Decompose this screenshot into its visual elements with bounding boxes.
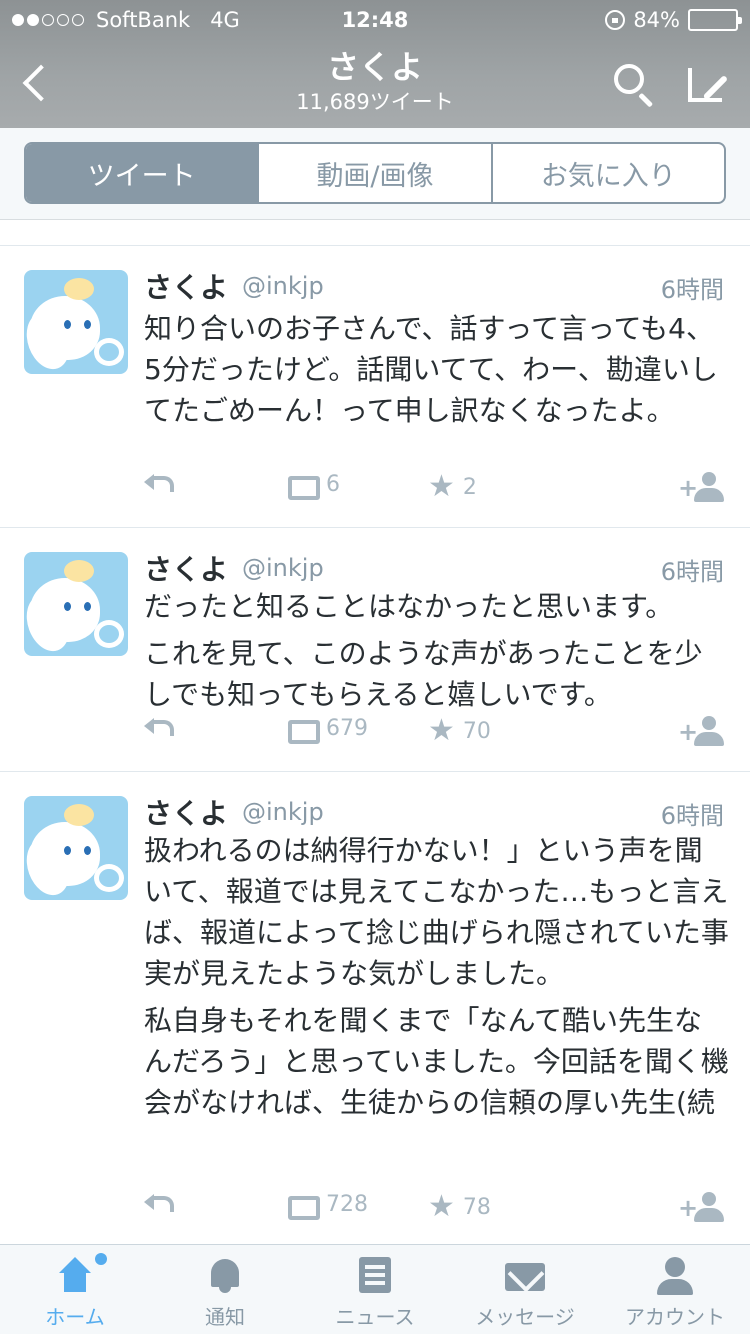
username[interactable]: @inkjp (242, 554, 324, 582)
tab-account[interactable]: アカウント (600, 1245, 750, 1334)
favorite-count: 78 (462, 1194, 491, 1220)
follow-icon[interactable]: + (678, 472, 724, 506)
display-name[interactable]: さくよ (144, 548, 228, 588)
retweet-count: 679 (326, 716, 368, 741)
retweet-count: 728 (326, 1192, 368, 1217)
favorite-icon[interactable]: ★ (428, 716, 455, 746)
tweet-actions: 728 ★ 78 + (144, 1192, 724, 1226)
avatar[interactable] (24, 796, 128, 900)
tweet-text: だったと知ることはなかったと思います。 これを見て、このような声があったことを少… (144, 586, 730, 715)
reply-icon[interactable] (144, 716, 174, 740)
favorite-count: 2 (462, 474, 477, 500)
tab-news[interactable]: ニュース (300, 1245, 450, 1334)
tweet-timestamp: 6時間 (660, 276, 724, 304)
tweet-paragraph: 扱われるのは納得行かない！」という声を聞いて、報道では見えてこなかった…もっと言… (144, 834, 729, 990)
tweet-text: 知り合いのお子さんで、話すって言っても4、5分だったけど。話聞いてて、わー、勘違… (144, 308, 730, 431)
bottom-tab-bar: ホーム 通知 ニュース メッセージ アカウント (0, 1244, 750, 1334)
tab-favorites[interactable]: お気に入り (490, 144, 724, 202)
tweet[interactable]: さくよ @inkjp 6時間 扱われるのは納得行かない！」という声を聞いて、報道… (0, 772, 750, 1244)
tab-label: メッセージ (475, 1305, 575, 1329)
avatar[interactable] (24, 552, 128, 656)
tweet-timestamp: 6時間 (660, 802, 724, 830)
battery-percent: 84% (633, 8, 680, 32)
tab-messages[interactable]: メッセージ (450, 1245, 600, 1334)
tweet-timestamp: 6時間 (660, 558, 724, 586)
tweet-paragraph: 知り合いのお子さんで、話すって言っても4、5分だったけど。話聞いてて、わー、勘違… (144, 312, 718, 427)
tweet-paragraph: だったと知ることはなかったと思います。 (144, 590, 674, 623)
retweet-icon[interactable] (284, 718, 320, 744)
segmented-control: ツイート 動画/画像 お気に入り (24, 142, 726, 204)
timeline-gap (0, 220, 750, 246)
tweet[interactable]: さくよ @inkjp 6時間 知り合いのお子さんで、話すって言っても4、5分だっ… (0, 246, 750, 528)
tweet-actions: 6 ★ 2 + (144, 472, 724, 506)
tab-label: ホーム (45, 1305, 105, 1329)
news-icon (355, 1257, 395, 1295)
rotation-lock-icon (605, 10, 626, 30)
username[interactable]: @inkjp (242, 798, 324, 826)
tab-tweets[interactable]: ツイート (26, 144, 258, 202)
search-icon[interactable] (610, 62, 658, 108)
tab-media[interactable]: 動画/画像 (257, 144, 490, 202)
retweet-icon[interactable] (284, 474, 320, 500)
profile-tabs-bar: ツイート 動画/画像 お気に入り (0, 128, 750, 220)
tweet-text: 扱われるのは納得行かない！」という声を聞いて、報道では見えてこなかった…もっと言… (144, 830, 730, 1123)
retweet-icon[interactable] (284, 1194, 320, 1220)
reply-icon[interactable] (144, 472, 174, 496)
profile-header: SoftBank 4G 12:48 84% さくよ 11,689ツイート (0, 0, 750, 128)
follow-icon[interactable]: + (678, 716, 724, 750)
battery-icon (688, 9, 742, 31)
retweet-count: 6 (326, 472, 340, 497)
tweet-actions: 679 ★ 70 + (144, 716, 724, 750)
tweet-paragraph: 私自身もそれを聞くまで「なんて酷い先生なんだろう」と思っていました。今回話を聞く… (144, 1004, 729, 1119)
reply-icon[interactable] (144, 1192, 174, 1216)
username[interactable]: @inkjp (242, 272, 324, 300)
tab-label: 通知 (205, 1305, 245, 1329)
user-icon (655, 1257, 695, 1295)
status-bar: SoftBank 4G 12:48 84% (0, 0, 750, 40)
home-icon (55, 1253, 107, 1295)
favorite-icon[interactable]: ★ (428, 1192, 455, 1222)
mail-icon (505, 1257, 545, 1295)
tweet[interactable]: さくよ @inkjp 6時間 だったと知ることはなかったと思います。 これを見て… (0, 528, 750, 772)
favorite-count: 70 (462, 718, 491, 744)
tab-label: アカウント (625, 1305, 725, 1329)
follow-icon[interactable]: + (678, 1192, 724, 1226)
unread-dot (95, 1253, 107, 1265)
tab-notifications[interactable]: 通知 (150, 1245, 300, 1334)
display-name[interactable]: さくよ (144, 266, 228, 306)
compose-tweet-icon[interactable] (684, 62, 730, 106)
tweet-paragraph: これを見て、このような声があったことを少しでも知ってもらえると嬉しいです。 (144, 637, 703, 711)
tab-label: ニュース (335, 1305, 415, 1329)
bell-icon (205, 1257, 245, 1295)
display-name[interactable]: さくよ (144, 792, 228, 832)
avatar[interactable] (24, 270, 128, 374)
tab-home[interactable]: ホーム (0, 1245, 150, 1334)
favorite-icon[interactable]: ★ (428, 472, 455, 502)
